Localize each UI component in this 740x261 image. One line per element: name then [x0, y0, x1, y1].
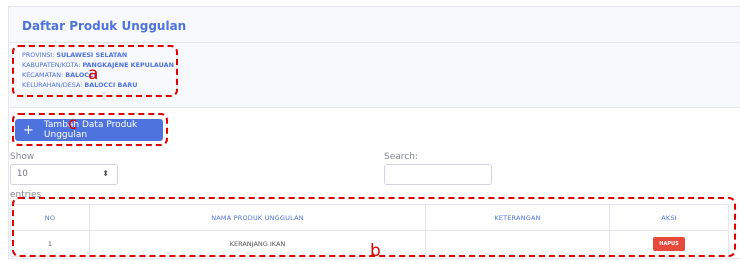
sort-caret-icon: ⬍ — [102, 169, 109, 178]
annotation-label-a: a — [88, 64, 99, 84]
annotation-label-c: c — [68, 114, 78, 134]
entries-value: 10 — [17, 169, 28, 179]
annotation-box-c — [12, 113, 168, 146]
annotation-label-b: b — [370, 241, 381, 261]
search-input[interactable] — [384, 164, 492, 185]
search-label: Search: — [384, 152, 418, 162]
card-title: Daftar Produk Unggulan — [22, 19, 187, 33]
show-label: Show — [10, 152, 35, 162]
entries-select[interactable]: 10 ⬍ — [10, 164, 118, 185]
card-header: Daftar Produk Unggulan — [9, 7, 740, 43]
